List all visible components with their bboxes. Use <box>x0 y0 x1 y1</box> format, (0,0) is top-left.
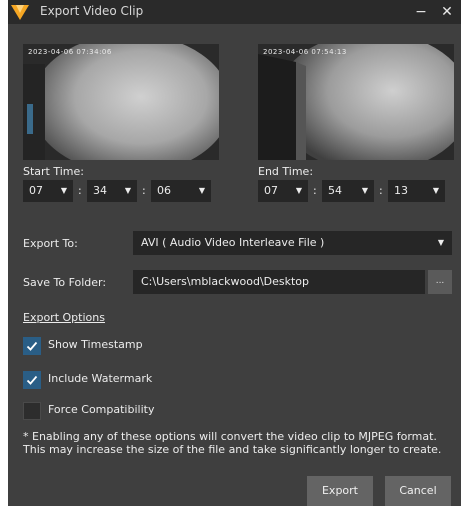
caret-down-icon: ▼ <box>432 186 439 195</box>
caret-down-icon: ▼ <box>124 186 131 195</box>
caret-down-icon: ▼ <box>361 186 368 195</box>
app-logo-icon <box>11 5 29 20</box>
browse-folder-button[interactable]: ... <box>428 270 452 294</box>
end-hour-select[interactable]: 07 ▼ <box>258 180 308 202</box>
caret-down-icon: ▼ <box>437 238 444 247</box>
show-timestamp-checkbox[interactable] <box>23 337 41 355</box>
force-compatibility-label: Force Compatibility <box>48 403 155 416</box>
export-video-clip-dialog: Export Video Clip − ✕ 2023-04-06 07:34:0… <box>8 0 461 506</box>
start-hour-value: 07 <box>29 184 43 197</box>
force-compatibility-checkbox[interactable] <box>23 402 41 420</box>
end-preview-image <box>258 44 454 160</box>
export-button[interactable]: Export <box>307 476 373 506</box>
start-video-preview: 2023-04-06 07:34:06 <box>23 44 219 160</box>
export-to-label: Export To: <box>23 237 78 250</box>
time-separator: : <box>78 184 82 197</box>
time-separator: : <box>379 184 383 197</box>
show-timestamp-label: Show Timestamp <box>48 338 143 351</box>
caret-down-icon: ▼ <box>295 186 302 195</box>
end-preview-timestamp: 2023-04-06 07:54:13 <box>263 48 347 56</box>
save-to-folder-label: Save To Folder: <box>23 276 107 289</box>
end-video-preview: 2023-04-06 07:54:13 <box>258 44 454 160</box>
start-minute-value: 34 <box>93 184 107 197</box>
save-folder-value: C:\Users\mblackwood\Desktop <box>141 275 310 288</box>
export-options-heading: Export Options <box>23 311 105 324</box>
checkmark-icon <box>26 375 38 385</box>
include-watermark-checkbox[interactable] <box>23 371 41 389</box>
window-title: Export Video Clip <box>40 4 144 18</box>
title-bar: Export Video Clip − ✕ <box>8 0 461 24</box>
caret-down-icon: ▼ <box>60 186 67 195</box>
end-minute-value: 54 <box>328 184 342 197</box>
end-time-label: End Time: <box>258 165 314 178</box>
save-folder-field[interactable]: C:\Users\mblackwood\Desktop <box>133 270 425 294</box>
end-second-select[interactable]: 13 ▼ <box>388 180 445 202</box>
end-minute-select[interactable]: 54 ▼ <box>322 180 374 202</box>
end-second-value: 13 <box>394 184 408 197</box>
show-timestamp-option[interactable]: Show Timestamp <box>23 337 163 355</box>
close-button[interactable]: ✕ <box>437 0 457 24</box>
time-separator: : <box>313 184 317 197</box>
checkmark-icon <box>26 341 38 351</box>
mjpeg-format-note: * Enabling any of these options will con… <box>23 430 442 456</box>
include-watermark-option[interactable]: Include Watermark <box>23 371 163 389</box>
end-hour-value: 07 <box>264 184 278 197</box>
export-format-select[interactable]: AVI ( Audio Video Interleave File ) ▼ <box>133 231 452 255</box>
start-preview-timestamp: 2023-04-06 07:34:06 <box>28 48 112 56</box>
include-watermark-label: Include Watermark <box>48 372 153 385</box>
start-preview-image <box>23 44 219 160</box>
start-time-label: Start Time: <box>23 165 84 178</box>
minimize-button[interactable]: − <box>411 0 431 24</box>
caret-down-icon: ▼ <box>198 186 205 195</box>
export-format-value: AVI ( Audio Video Interleave File ) <box>141 236 325 249</box>
start-second-select[interactable]: 06 ▼ <box>151 180 211 202</box>
time-separator: : <box>142 184 146 197</box>
start-hour-select[interactable]: 07 ▼ <box>23 180 73 202</box>
start-minute-select[interactable]: 34 ▼ <box>87 180 137 202</box>
force-compatibility-option[interactable]: Force Compatibility <box>23 402 173 420</box>
start-second-value: 06 <box>157 184 171 197</box>
cancel-button[interactable]: Cancel <box>385 476 451 506</box>
